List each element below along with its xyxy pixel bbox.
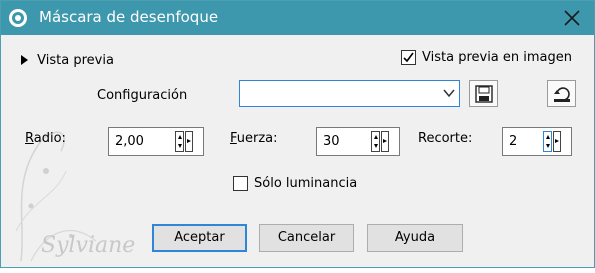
recorte-value: 2 <box>509 134 518 149</box>
title-bar[interactable]: Máscara de desenfoque <box>1 1 594 35</box>
triangle-right-icon <box>21 55 28 65</box>
spin-arrows-icon[interactable] <box>175 131 184 152</box>
spin-arrows-icon[interactable] <box>371 131 380 152</box>
radio-label: Radio: <box>25 131 66 146</box>
fuerza-label-text: uerza: <box>236 131 278 146</box>
image-preview-label: Vista previa en imagen <box>422 50 573 65</box>
radio-spinner[interactable] <box>175 131 193 152</box>
preview-toggle[interactable]: Vista previa <box>21 53 114 68</box>
fuerza-spinner[interactable] <box>371 131 389 152</box>
luminance-checkbox[interactable] <box>233 176 248 191</box>
radio-field[interactable]: 2,00 <box>108 127 204 156</box>
fuerza-label: Fuerza: <box>230 131 278 146</box>
preview-toggle-label: Vista previa <box>37 53 114 68</box>
fuerza-value: 30 <box>323 134 340 149</box>
image-preview-checkbox[interactable] <box>401 50 416 65</box>
settings-label: Configuración <box>97 88 188 103</box>
save-icon <box>475 85 493 103</box>
spin-arrows-icon[interactable] <box>543 131 552 152</box>
help-button[interactable]: Ayuda <box>367 224 463 252</box>
app-icon <box>8 8 28 28</box>
reset-settings-button[interactable] <box>547 80 576 107</box>
recorte-label-text: Recorte: <box>418 131 473 146</box>
fuerza-field[interactable]: 30 <box>316 127 400 156</box>
luminance-label: Sólo luminancia <box>254 176 358 191</box>
radio-value: 2,00 <box>115 134 144 149</box>
slider-popout-icon[interactable] <box>381 131 389 152</box>
chevron-down-icon <box>443 89 455 98</box>
settings-dropdown[interactable] <box>239 80 460 107</box>
recorte-spinner[interactable] <box>543 131 561 152</box>
recorte-field[interactable]: 2 <box>502 127 572 156</box>
cancel-button[interactable]: Cancelar <box>259 224 354 252</box>
accept-button[interactable]: Aceptar <box>152 224 247 252</box>
window-title: Máscara de desenfoque <box>39 8 219 26</box>
recorte-label: Recorte: <box>418 131 472 146</box>
save-settings-button[interactable] <box>469 80 498 107</box>
slider-popout-icon[interactable] <box>553 131 561 152</box>
close-icon[interactable] <box>560 6 584 30</box>
radio-label-text: adio: <box>33 131 66 146</box>
checkmark-icon <box>403 52 414 63</box>
slider-popout-icon[interactable] <box>185 131 193 152</box>
reset-icon <box>554 87 570 102</box>
dialog-window: Máscara de desenfoque Sylviane Vista pre… <box>0 0 595 268</box>
watermark-signature: Sylviane <box>41 233 136 258</box>
